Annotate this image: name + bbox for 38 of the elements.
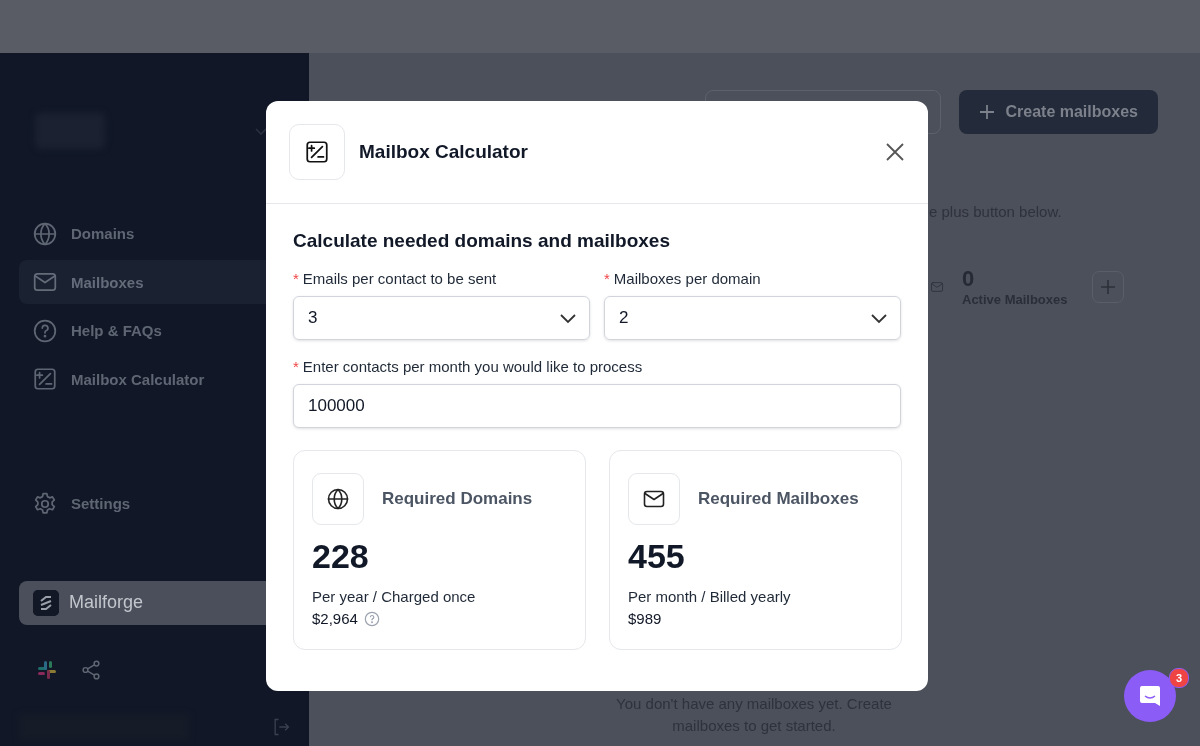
result-value: 228 (312, 537, 370, 576)
chat-icon (1138, 684, 1162, 708)
plus-icon (979, 104, 996, 120)
required-mark: * (604, 270, 610, 287)
sidebar-item[interactable]: Settings (19, 481, 309, 526)
calculator-icon (32, 366, 58, 393)
required-mark: * (293, 270, 299, 287)
close-button[interactable] (885, 142, 905, 162)
card-title: Required Mailboxes (698, 489, 859, 509)
billing-note: Per year / Charged once (312, 587, 477, 607)
section-heading: Calculate needed domains and mailboxes (293, 230, 671, 252)
field-label: Mailboxes per domain (613, 270, 761, 287)
calculator-icon (304, 139, 330, 165)
card-title: Required Domains (382, 489, 533, 509)
help-icon[interactable] (363, 611, 380, 627)
help-icon (32, 317, 58, 344)
input-field[interactable]: 100000 (293, 384, 901, 428)
select-field[interactable]: 3 (293, 296, 590, 340)
field-label: Enter contacts per month you would like to process (302, 358, 643, 375)
notification-badge: 3 (1169, 668, 1189, 688)
mail-icon (930, 279, 944, 294)
globe-icon (32, 220, 58, 247)
required-mark: * (293, 358, 299, 375)
chat-button[interactable] (1124, 670, 1176, 722)
modal-title: Mailbox Calculator (359, 141, 529, 163)
create-mailboxes-button[interactable]: Create mailboxes (959, 90, 1158, 134)
plus-icon (1099, 278, 1116, 295)
settings-icon (32, 490, 58, 517)
price: $989 (628, 609, 662, 629)
globe-icon (326, 487, 350, 511)
slack-icon[interactable] (36, 658, 58, 681)
logo-icon (33, 589, 59, 616)
close-icon (885, 142, 905, 162)
result-value: 455 (628, 537, 686, 576)
price: $2,964 (312, 609, 358, 629)
share-icon[interactable] (80, 658, 102, 681)
select-field[interactable]: 2 (604, 296, 901, 340)
billing-note: Per month / Billed yearly (628, 587, 792, 607)
